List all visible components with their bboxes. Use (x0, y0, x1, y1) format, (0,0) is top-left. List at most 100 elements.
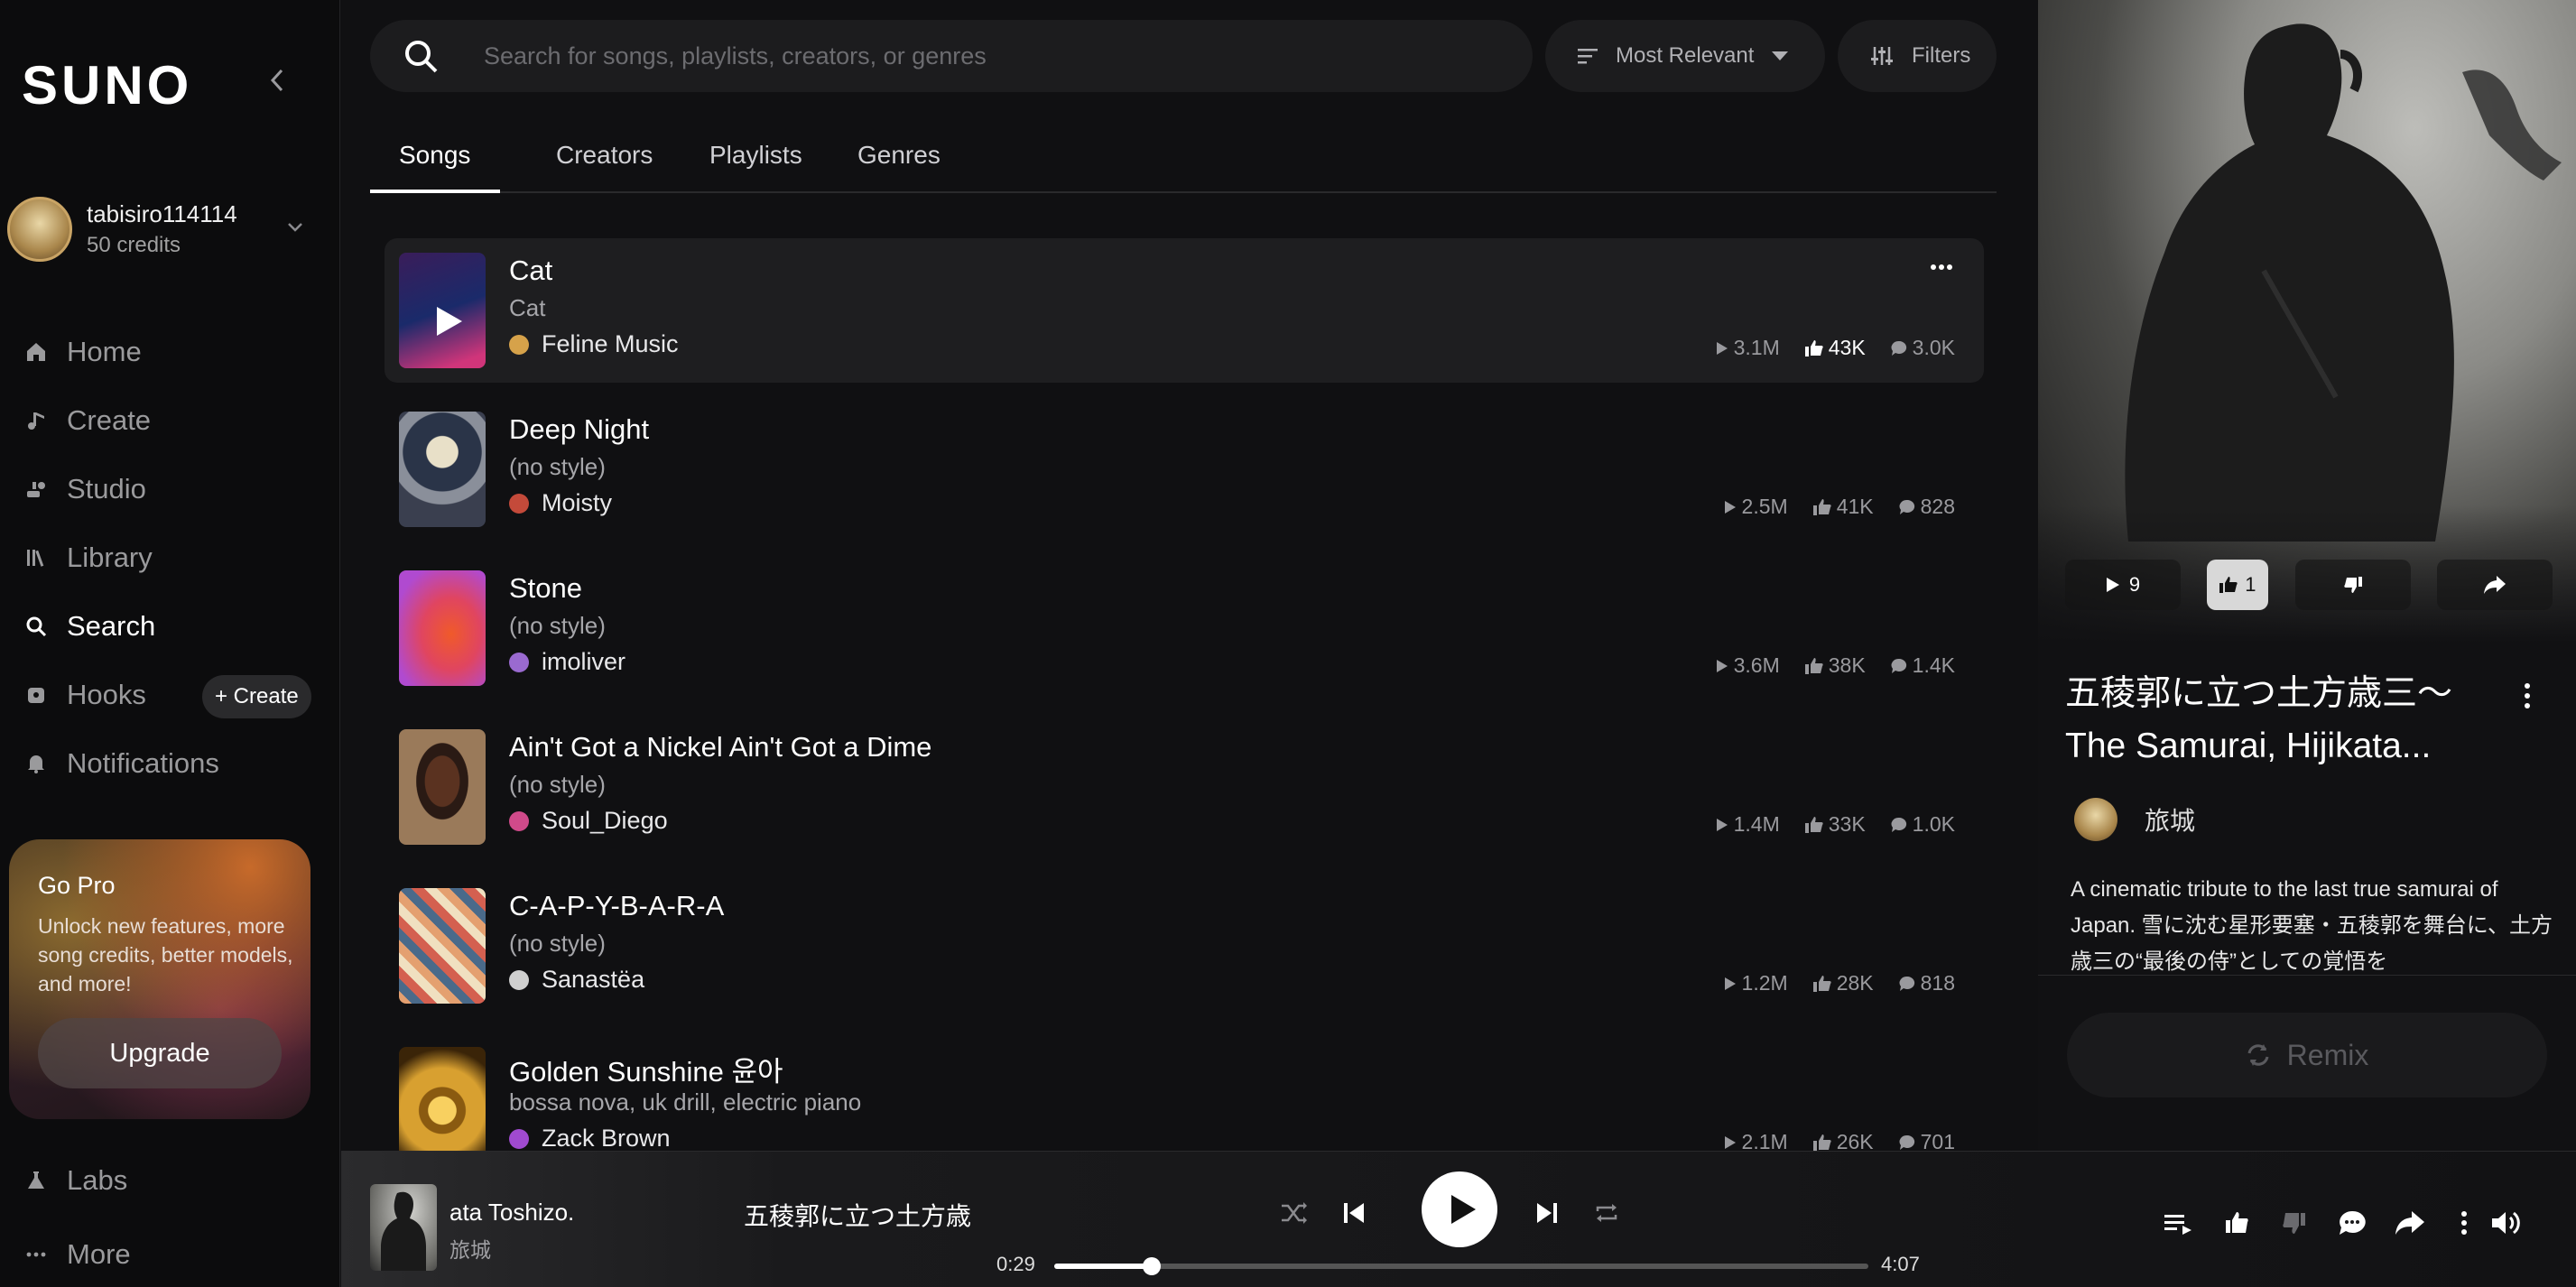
artist-name: Sanastëa (542, 966, 645, 993)
upgrade-button[interactable]: Upgrade (38, 1018, 282, 1088)
hooks-create-button[interactable]: + Create (202, 675, 311, 718)
now-playing-title[interactable]: ata Toshizo. (449, 1199, 574, 1227)
suno-logo[interactable]: SUNO (22, 54, 192, 116)
comment-icon[interactable] (2336, 1209, 2368, 1236)
scrolling-title: 五稜郭に立つ土方歳 (744, 1202, 972, 1230)
song-title[interactable]: Golden Sunshine 윤아 (509, 1049, 783, 1089)
share-icon[interactable] (2394, 1209, 2426, 1236)
like-count: 1 (2245, 573, 2256, 596)
tab-genres[interactable]: Genres (857, 141, 941, 170)
song-cover[interactable] (399, 253, 486, 368)
remix-button[interactable]: Remix (2067, 1013, 2547, 1097)
thumbs-up-icon (1812, 498, 1831, 515)
song-row[interactable]: C-A-P-Y-B-A-R-A (no style) Sanastëa 1.2M… (385, 874, 1984, 1032)
song-cover[interactable] (399, 570, 486, 686)
song-row[interactable]: Cat Cat Feline Music 3.1M 43K 3.0K (385, 238, 1984, 383)
next-track-icon[interactable] (1533, 1199, 1561, 1227)
nav-labs[interactable]: Labs (25, 1146, 127, 1215)
song-cover[interactable] (399, 1047, 486, 1162)
collapse-sidebar-icon[interactable] (267, 67, 289, 94)
song-stats: 2.5M 41K 828 (1699, 495, 1955, 519)
nav-label: Library (67, 542, 153, 573)
search-input[interactable] (484, 34, 1495, 78)
nav-create[interactable]: Create (25, 386, 323, 455)
more-options-icon[interactable] (1930, 262, 1953, 273)
sort-icon (1578, 49, 1598, 64)
song-artist[interactable]: Soul_Diego (509, 807, 668, 835)
song-artist[interactable]: Feline Music (509, 330, 679, 358)
share-button[interactable] (2436, 560, 2553, 610)
song-title[interactable]: Cat (509, 255, 552, 287)
nav-notifications[interactable]: Notifications (25, 729, 323, 798)
progress-handle[interactable] (1143, 1257, 1162, 1275)
share-icon (2483, 576, 2506, 594)
app-root: SUNO tabisiro114114 50 credits Home Crea… (0, 0, 2576, 1287)
bell-icon (28, 755, 44, 773)
dislike-button[interactable] (2294, 560, 2411, 610)
artist-name: Moisty (542, 489, 613, 516)
volume-icon[interactable] (2489, 1209, 2522, 1236)
repeat-icon[interactable] (1592, 1199, 1621, 1227)
song-cover[interactable] (399, 412, 486, 527)
tab-songs[interactable]: Songs (399, 141, 470, 170)
song-cover[interactable] (399, 729, 486, 845)
filters-button[interactable]: Filters (1838, 20, 1997, 92)
sort-dropdown[interactable]: Most Relevant (1545, 20, 1825, 92)
user-account-menu[interactable]: tabisiro114114 50 credits (7, 197, 314, 264)
divider (2038, 975, 2576, 976)
play-count-icon (1716, 818, 1728, 831)
samurai-thumbnail-image (381, 1191, 426, 1271)
nav-more[interactable]: More (25, 1220, 131, 1287)
remix-icon (2247, 1044, 2269, 1066)
nav-hooks[interactable]: Hooks + Create (25, 661, 323, 729)
play-button[interactable]: 9 (2065, 560, 2181, 610)
song-cover[interactable] (399, 888, 486, 1004)
tab-playlists[interactable]: Playlists (709, 141, 802, 170)
song-stats: 3.6M 38K 1.4K (1691, 653, 1955, 678)
song-artist[interactable]: Zack Brown (509, 1125, 671, 1153)
song-title[interactable]: Deep Night (509, 413, 649, 446)
tab-creators[interactable]: Creators (556, 141, 653, 170)
shuffle-icon[interactable] (1280, 1199, 1309, 1227)
library-icon (27, 550, 44, 567)
song-title[interactable]: Stone (509, 572, 582, 605)
sliders-icon (1871, 47, 1893, 65)
play-icon[interactable] (437, 307, 462, 336)
song-row[interactable]: Stone (no style) imoliver 3.6M 38K 1.4K (385, 556, 1984, 715)
queue-icon[interactable] (2163, 1209, 2195, 1236)
song-style: (no style) (509, 453, 606, 480)
artist-avatar (509, 493, 529, 514)
thumbs-up-icon[interactable] (2220, 1209, 2253, 1236)
main-nav: Home Create Studio Library Search Hooks (25, 318, 323, 798)
song-title[interactable]: C-A-P-Y-B-A-R-A (509, 890, 724, 922)
song-artist[interactable]: imoliver (509, 648, 625, 676)
previous-track-icon[interactable] (1339, 1199, 1368, 1227)
comment-count: 1.0K (1912, 812, 1955, 836)
thumbs-down-icon[interactable] (2278, 1209, 2311, 1236)
search-bar[interactable] (370, 20, 1533, 92)
like-button[interactable]: 1 (2207, 560, 2269, 610)
song-title[interactable]: Ain't Got a Nickel Ain't Got a Dime (509, 731, 931, 764)
more-vertical-icon[interactable] (2448, 1209, 2480, 1236)
song-row[interactable]: Ain't Got a Nickel Ain't Got a Dime (no … (385, 715, 1984, 874)
now-playing-artist[interactable]: 旅城 (449, 1233, 491, 1264)
nav-label: Notifications (67, 747, 219, 779)
nav-home[interactable]: Home (25, 318, 323, 386)
artist-avatar (509, 652, 529, 672)
now-playing-cover[interactable] (370, 1184, 437, 1271)
song-artist[interactable]: 旅城 (2074, 798, 2195, 841)
progress-bar[interactable] (1054, 1257, 1868, 1275)
song-artist[interactable]: Moisty (509, 489, 612, 517)
song-artist[interactable]: Sanastëa (509, 966, 644, 994)
play-pause-button[interactable] (1422, 1171, 1497, 1247)
thumbs-down-icon (2343, 577, 2362, 593)
username: tabisiro114114 (87, 200, 237, 227)
song-description: A cinematic tribute to the last true sam… (2071, 877, 2553, 974)
song-detail-panel: 9 1 五稜郭に立つ土方歳三〜The Samurai, Hijikata... … (2038, 0, 2576, 1151)
nav-studio[interactable]: Studio (25, 455, 323, 523)
nav-search[interactable]: Search (25, 592, 323, 661)
nav-library[interactable]: Library (25, 523, 323, 592)
more-options-icon[interactable] (2524, 682, 2531, 709)
song-row[interactable]: Deep Night (no style) Moisty 2.5M 41K 82… (385, 397, 1984, 556)
like-count: 28K (1836, 971, 1874, 995)
